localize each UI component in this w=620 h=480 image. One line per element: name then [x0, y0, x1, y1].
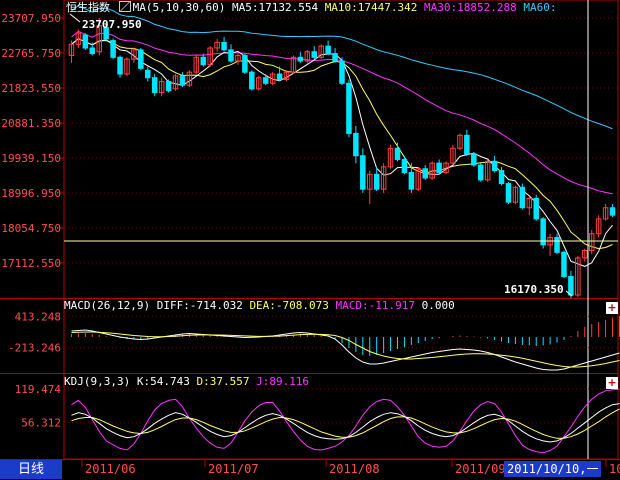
macd-histogram-value: MACD:-11.917	[335, 299, 416, 312]
month-label: 2011/06	[85, 462, 136, 476]
candle-body	[498, 170, 505, 185]
candle-body	[325, 45, 331, 55]
candle-body	[519, 186, 526, 209]
macd-expand-button[interactable]: +	[606, 302, 618, 314]
macd-diff-value: DIFF:-714.032	[156, 299, 243, 312]
candle-body	[242, 54, 248, 73]
ma60-value: MA60:	[523, 1, 557, 14]
ma30-line	[71, 30, 613, 195]
price-y-tick-label: 23707.950	[1, 12, 61, 25]
candle-body	[221, 41, 227, 51]
price-y-tick-label: 20881.350	[1, 117, 61, 130]
macd-diff-line	[71, 329, 620, 371]
price-y-tick-label: 19939.150	[1, 152, 61, 165]
candle-body	[505, 183, 512, 203]
macd-panel-header: MACD(26,12,9) DIFF:-714.032 DEA:-708.073…	[64, 299, 455, 313]
month-label: 2011/09	[455, 462, 506, 476]
candle-body	[408, 171, 415, 190]
kdj-k-line	[71, 403, 620, 443]
candle-body	[228, 49, 234, 62]
month-label: 10	[609, 462, 620, 476]
kdj-y-tick-label: 56.312	[21, 417, 61, 430]
candle-body	[373, 173, 380, 190]
kdj-j-line	[71, 388, 620, 454]
price-y-tick-label: 17112.550	[1, 257, 61, 270]
ma-toggle-icon[interactable]	[118, 1, 131, 12]
candle-body	[311, 51, 318, 58]
candle-body	[297, 56, 304, 62]
month-label: 2011/08	[329, 462, 380, 476]
macd-params-label: MACD(26,12,9)	[64, 299, 151, 312]
candle-body	[276, 73, 283, 81]
price-y-tick-label: 22765.750	[1, 47, 61, 60]
cursor-date-label: 2011/10/10,一	[504, 461, 602, 477]
candle-body	[401, 158, 408, 173]
index-title: 恒生指数	[66, 1, 110, 14]
macd-y-tick-label: -213.246	[8, 342, 61, 355]
candle-body	[138, 49, 144, 69]
candle-body	[346, 82, 352, 134]
kdj-y-tick-label: 119.474	[15, 383, 62, 396]
candle-body	[145, 69, 151, 79]
candle-body	[332, 53, 338, 62]
kdj-d-value: D:37.557	[196, 375, 250, 388]
price-y-tick-label: 21823.550	[1, 82, 61, 95]
candle-body	[200, 56, 207, 66]
high-annotation: 23707.950	[82, 18, 142, 31]
price-y-tick-label: 18996.950	[1, 187, 61, 200]
macd-dea-line	[71, 331, 620, 368]
candle-body	[82, 34, 89, 49]
candle-body	[471, 153, 477, 166]
candle-body	[339, 60, 345, 84]
macd-y-tick-label: 413.248	[15, 310, 61, 323]
candle-body	[477, 164, 484, 181]
macd-zero-value: 0.000	[421, 299, 455, 312]
candle-body	[165, 80, 172, 92]
chart-canvas[interactable]: 23707.950 22765.750 21823.550 20881.350 1993…	[0, 0, 620, 480]
ma5-value: MA5:17132.554	[231, 1, 319, 14]
candle-body	[554, 236, 560, 253]
month-label: 2011/07	[208, 462, 259, 476]
candle-body	[360, 155, 366, 190]
ma30-value: MA30:18852.288	[424, 1, 517, 14]
candle-body	[89, 47, 96, 55]
stock-chart-window: 23707.950 22765.750 21823.550 20881.350 1993…	[0, 0, 620, 480]
period-daily-button[interactable]: 日线	[0, 460, 62, 479]
candle-body	[464, 134, 470, 155]
candle-body	[533, 197, 539, 220]
candle-body	[422, 168, 428, 179]
candle-body	[249, 71, 255, 90]
low-annotation: 16170.350	[504, 283, 564, 296]
candle-body	[151, 77, 158, 94]
candle-body	[262, 77, 269, 84]
candle-body	[609, 207, 616, 216]
price-y-tick-label: 18054.750	[1, 222, 61, 235]
kdj-panel-header: KDJ(9,3,3) K:54.743 D:37.557 J:89.116	[64, 375, 309, 389]
candle-body	[491, 160, 498, 172]
kdj-expand-button[interactable]: +	[606, 377, 618, 389]
candle-body	[561, 251, 567, 277]
candle-body	[110, 40, 116, 58]
candle-body	[436, 162, 442, 173]
candle-body	[117, 56, 123, 75]
ma10-value: MA10:17447.342	[324, 1, 418, 14]
price-panel-header: 恒生指数 MA(5,10,30,60) MA5:17132.554 MA10:1…	[66, 1, 557, 15]
macd-dea-value: DEA:-708.073	[249, 299, 329, 312]
candle-body	[353, 132, 359, 157]
candle-body	[394, 147, 401, 160]
high-pointer	[69, 13, 81, 23]
kdj-j-value: J:89.116	[256, 375, 310, 388]
kdj-params-label: KDJ(9,3,3)	[64, 375, 131, 388]
candle-body	[568, 275, 574, 296]
ma-params-label: MA(5,10,30,60)	[132, 1, 226, 14]
candle-body	[179, 75, 186, 86]
kdj-k-value: K:54.743	[136, 375, 190, 388]
